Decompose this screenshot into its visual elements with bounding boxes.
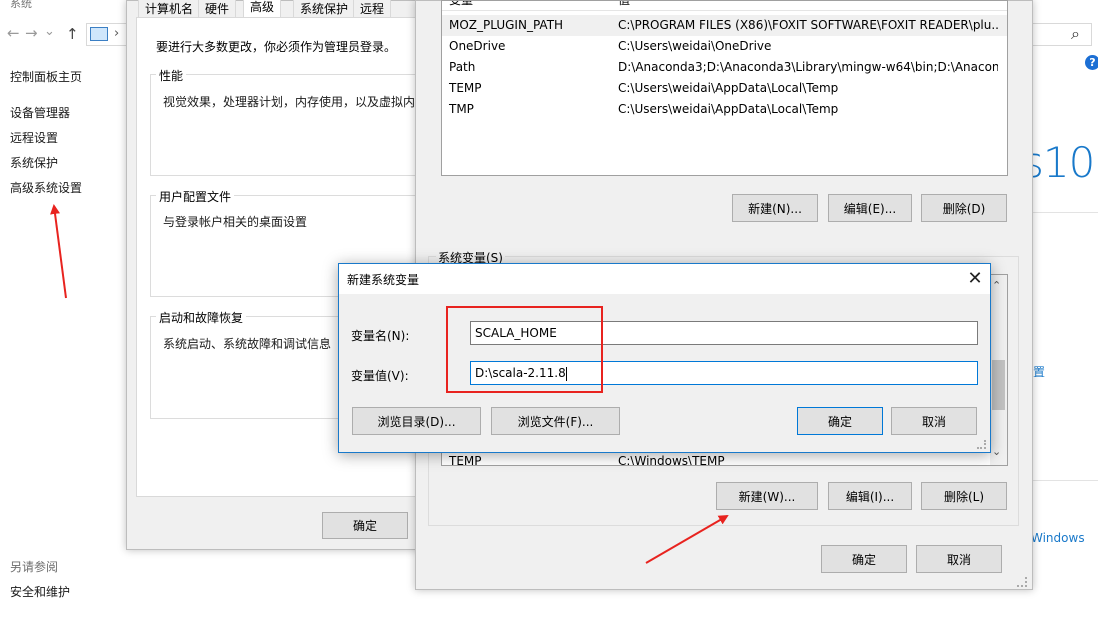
annotation-arrow-sidebar: [50, 204, 67, 299]
annotation-arrow-new-button: [645, 514, 729, 564]
annotation-arrows: [50, 204, 729, 564]
